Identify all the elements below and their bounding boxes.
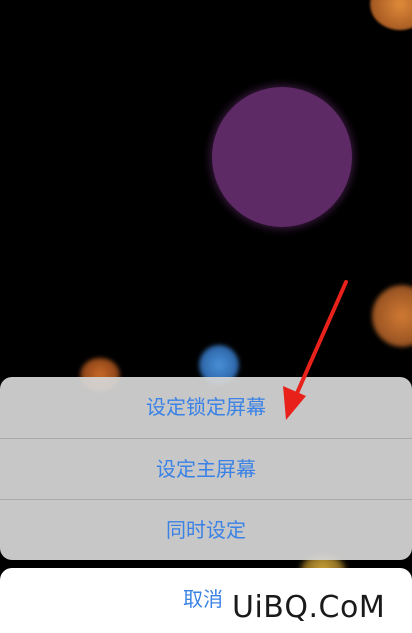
watermark-logo: UiBQ.CoM — [232, 590, 386, 625]
action-sheet: 设定锁定屏幕 设定主屏幕 同时设定 — [0, 377, 412, 560]
cancel-label: 取消 — [183, 587, 223, 611]
bokeh-circle — [212, 87, 352, 227]
bokeh-circle — [370, 0, 412, 30]
set-both-button[interactable]: 同时设定 — [0, 499, 412, 560]
set-home-screen-button[interactable]: 设定主屏幕 — [0, 438, 412, 499]
set-lock-screen-button[interactable]: 设定锁定屏幕 — [0, 377, 412, 438]
bokeh-circle — [372, 285, 412, 347]
